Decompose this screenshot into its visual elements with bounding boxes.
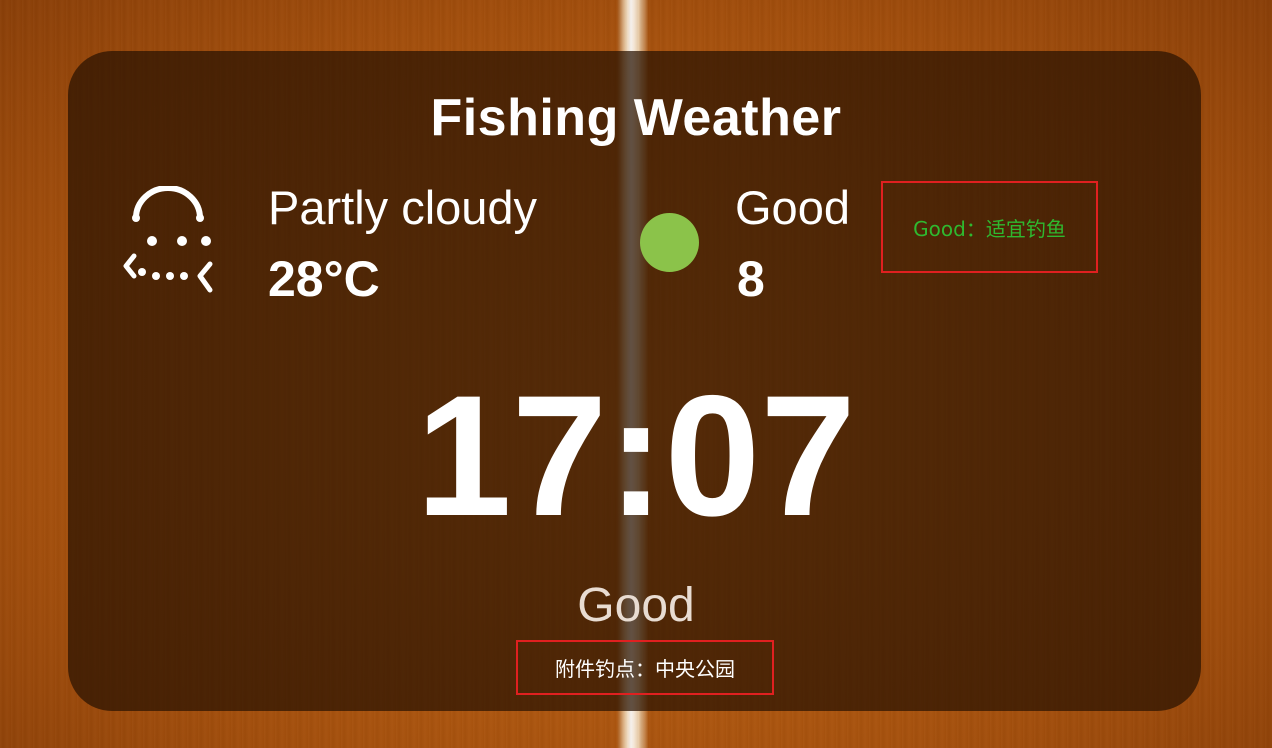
partly-cloudy-icon — [123, 186, 213, 293]
rating-indicator-dot — [640, 213, 699, 272]
temperature-value: 28°C — [268, 251, 380, 307]
page-title: Fishing Weather — [430, 89, 842, 147]
nearby-spot-box: 附件钓点：中央公园 — [516, 640, 774, 695]
fishing-rating-score: 8 — [737, 251, 765, 307]
fishing-advice-box: Good：适宜钓鱼 — [881, 181, 1098, 273]
status-label: Good — [577, 579, 695, 632]
app-background: Fishing Weather Partly cloudy 28°C Good … — [0, 0, 1272, 748]
fishing-advice-text: Good：适宜钓鱼 — [913, 216, 1066, 241]
clock-time: 17:07 — [416, 360, 856, 552]
nearby-spot-text: 附件钓点：中央公园 — [555, 657, 735, 681]
weather-condition: Partly cloudy — [268, 181, 538, 234]
fishing-rating-label: Good — [735, 181, 850, 234]
